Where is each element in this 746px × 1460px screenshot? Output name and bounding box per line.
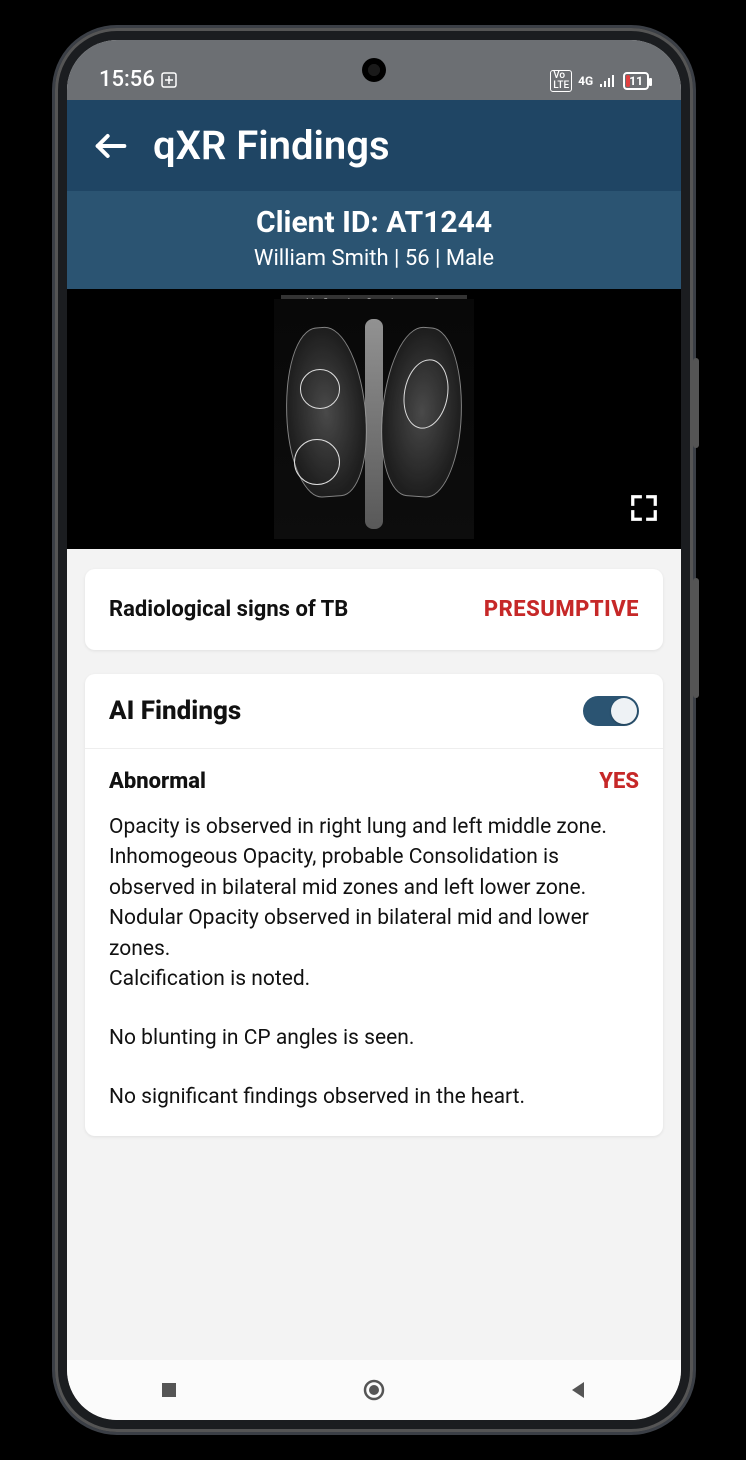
result-card: Radiological signs of TB PRESUMPTIVE [85,569,663,650]
ai-findings-card: AI Findings Abnormal YES Opacity is obse… [85,674,663,1136]
ai-findings-body: Abnormal YES Opacity is observed in righ… [85,749,663,1136]
result-value: PRESUMPTIVE [484,597,639,622]
front-camera [362,58,386,82]
screen: 15:56 VoLTE 4G 11 [67,40,681,1420]
volte-icon: VoLTE [550,70,572,92]
side-button-2 [693,578,699,698]
client-id: Client ID: AT1244 [77,205,671,240]
nav-back-icon[interactable] [569,1380,589,1400]
ai-findings-header: AI Findings [85,674,663,749]
ai-findings-title: AI Findings [109,696,241,726]
findings-line: No blunting in CP angles is seen. [109,1023,639,1053]
signal-icon [599,74,617,88]
xray-image [274,299,474,539]
battery-percent: 11 [629,74,643,88]
findings-line: Calcification is noted. [109,964,639,994]
result-label: Radiological signs of TB [109,597,348,622]
client-meta: William Smith | 56 | Male [77,246,671,271]
battery-icon: 11 [623,72,649,90]
findings-line: Inhomogeous Opacity, probable Consolidat… [109,842,639,903]
nav-recent-icon[interactable] [159,1380,179,1400]
back-arrow-icon[interactable] [91,126,131,166]
nav-home-icon[interactable] [362,1378,386,1402]
side-button-1 [693,358,699,448]
abnormal-label: Abnormal [109,769,206,794]
fullscreen-icon[interactable] [629,493,659,527]
findings-line: Nodular Opacity observed in bilateral mi… [109,903,639,964]
app-header: qXR Findings [67,100,681,191]
plus-icon [161,72,177,88]
ai-findings-toggle[interactable] [583,696,639,726]
clock: 15:56 [99,67,155,92]
findings-line: Opacity is observed in right lung and le… [109,812,639,842]
abnormal-value: YES [599,769,639,794]
content-area: Radiological signs of TB PRESUMPTIVE AI … [67,549,681,1360]
network-4g: 4G [578,74,593,88]
findings-text: Opacity is observed in right lung and le… [109,812,639,1112]
findings-line: No significant findings observed in the … [109,1082,639,1112]
xray-viewer[interactable]: Radiological signs of TB [67,289,681,549]
client-banner: Client ID: AT1244 William Smith | 56 | M… [67,191,681,289]
phone-frame: 15:56 VoLTE 4G 11 [55,28,693,1432]
android-navbar [67,1360,681,1420]
page-title: qXR Findings [153,122,390,169]
